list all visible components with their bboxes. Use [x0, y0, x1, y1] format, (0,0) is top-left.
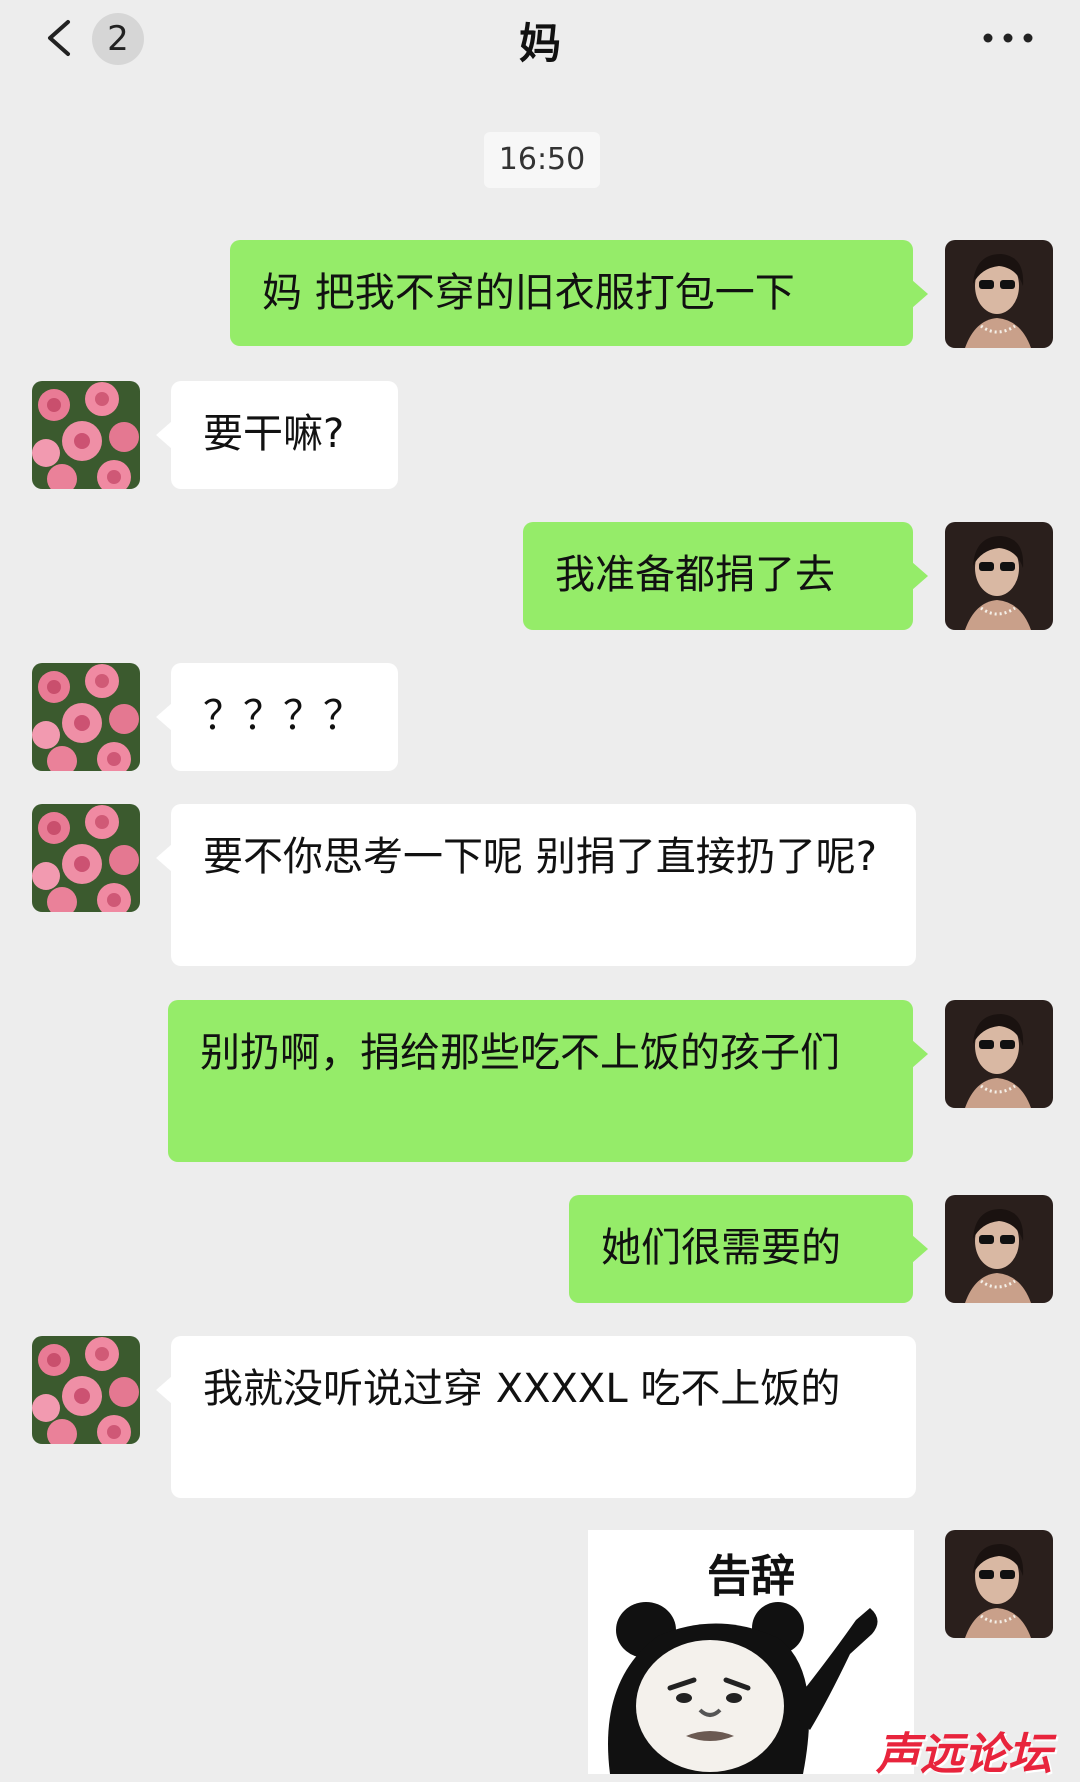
outgoing-message[interactable]: 她们很需要的 [569, 1195, 928, 1303]
chat-title: 妈 [518, 19, 561, 68]
mom-avatar[interactable] [32, 381, 140, 489]
my-avatar[interactable] [945, 1530, 1053, 1638]
ellipsis-icon[interactable] [980, 28, 1036, 48]
my-avatar[interactable] [945, 1000, 1053, 1108]
outgoing-message[interactable]: 妈 把我不穿的旧衣服打包一下 [230, 240, 928, 346]
incoming-message[interactable]: 要不你思考一下呢 别捐了直接扔了呢? [156, 804, 916, 966]
panda-meme-sticker [608, 1602, 878, 1774]
my-avatar[interactable] [945, 1195, 1053, 1303]
incoming-message[interactable]: 我就没听说过穿 XXXXL 吃不上饭的 [156, 1336, 916, 1498]
mom-avatar[interactable] [32, 804, 140, 912]
message-timestamp: 16:50 [484, 132, 600, 188]
sticker-message[interactable]: 告辞 [588, 1530, 914, 1774]
watermark-logo: 声远论坛 [876, 1729, 1052, 1780]
mom-avatar[interactable] [32, 1336, 140, 1444]
mom-avatar[interactable] [32, 663, 140, 771]
my-avatar[interactable] [945, 522, 1053, 630]
my-avatar[interactable] [945, 240, 1053, 348]
outgoing-message[interactable]: 我准备都捐了去 [523, 522, 928, 630]
incoming-message[interactable]: 要干嘛? [156, 381, 398, 489]
outgoing-message[interactable]: 别扔啊，捐给那些吃不上饭的孩子们 [168, 1000, 928, 1162]
chat-header: 2 妈 [0, 0, 1080, 80]
incoming-message[interactable]: ？？？？ [156, 663, 398, 771]
